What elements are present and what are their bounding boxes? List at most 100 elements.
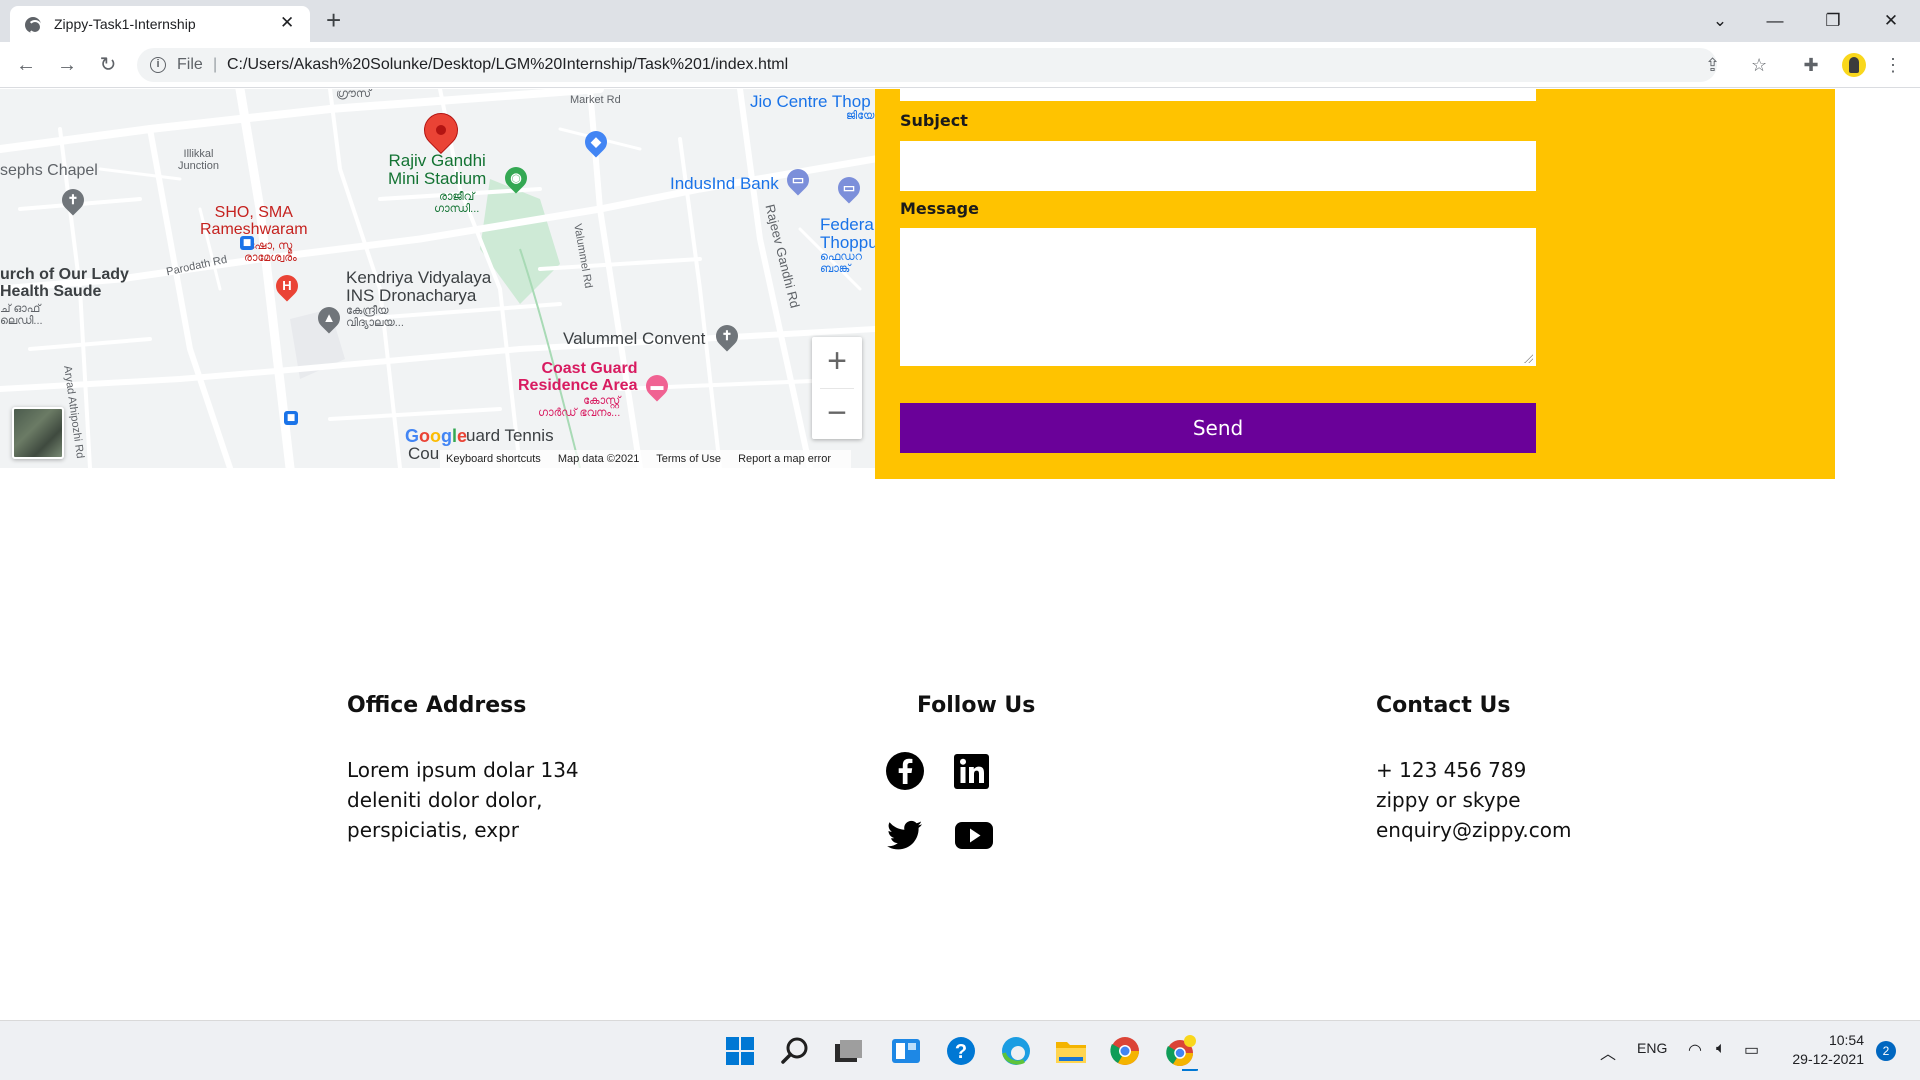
school-poi-icon[interactable]: ▲ — [313, 302, 345, 334]
skype-contact: zippy or skype — [1376, 788, 1521, 812]
map-label-top-ml: ഗ്രൗസ് — [336, 89, 371, 100]
message-textarea[interactable] — [900, 228, 1536, 366]
resize-handle-icon[interactable] — [1523, 353, 1533, 363]
terms-of-use-link[interactable]: Terms of Use — [656, 453, 721, 465]
map-label-convent: Valummel Convent — [563, 329, 706, 348]
browser-toolbar: ← → ↻ i File | C:/Users/Akash%20Solunke/… — [0, 42, 1920, 88]
map-label-federal: Federa Thoppu — [820, 215, 875, 252]
language-indicator[interactable]: ENG — [1637, 1040, 1667, 1056]
clock[interactable]: 10:54 29-12-2021 — [1790, 1031, 1864, 1069]
map-label-jio-centre: Jio Centre Thop — [750, 92, 871, 111]
globe-icon — [25, 17, 42, 34]
facebook-icon[interactable] — [885, 751, 925, 791]
avatar[interactable] — [1842, 53, 1866, 77]
message-label: Message — [900, 199, 979, 218]
email-address: enquiry@zippy.com — [1376, 818, 1572, 842]
tab-title: Zippy-Task1-Internship — [54, 16, 196, 32]
help-icon[interactable]: ? — [941, 1031, 981, 1071]
zoom-in-button[interactable]: + — [812, 337, 862, 387]
subject-label: Subject — [900, 111, 968, 130]
map-label-indusind: IndusInd Bank — [670, 174, 779, 193]
menu-icon[interactable]: ⋮ — [1880, 52, 1906, 78]
chrome-icon[interactable] — [1105, 1031, 1145, 1071]
bus-stop-icon[interactable]: ■ — [284, 411, 298, 425]
browser-tab[interactable]: Zippy-Task1-Internship ✕ — [10, 6, 310, 42]
map-label-coast-guard: Coast Guard Residence Area — [518, 360, 638, 394]
office-address-section: Office Address Lorem ipsum dolar 134 del… — [347, 693, 579, 845]
new-tab-icon[interactable]: + — [326, 6, 341, 34]
close-window-icon[interactable]: ✕ — [1868, 6, 1914, 36]
info-icon[interactable]: i — [150, 57, 166, 73]
page-viewport: Market Rd ഗ്രൗസ് Jio Centre Thop ജിയോ Il… — [0, 89, 1920, 1020]
minimize-icon[interactable]: — — [1752, 6, 1798, 36]
contact-details: + 123 456 789 zippy or skype enquiry@zip… — [1376, 755, 1571, 845]
lodging-poi-icon[interactable]: ▬ — [641, 370, 673, 402]
time-label: 10:54 — [1828, 1032, 1864, 1048]
map-label-coast-guard-ml: കോസ്റ്റ് ഗാർഡ് ഭവനം... — [538, 395, 621, 419]
tab-strip: Zippy-Task1-Internship ✕ + ⌄ — ❐ ✕ — [0, 0, 1920, 42]
map-label-sho: SHO, SMA Rameshwaram — [200, 204, 308, 238]
start-icon[interactable] — [720, 1031, 760, 1071]
volume-icon[interactable]: 🔈︎ — [1716, 1040, 1726, 1058]
forward-icon[interactable]: → — [53, 51, 81, 79]
youtube-icon[interactable] — [954, 815, 994, 855]
keyboard-shortcuts-link[interactable]: Keyboard shortcuts — [446, 453, 541, 465]
map-label-tennis: uard Tennis — [466, 426, 554, 445]
address-line: Lorem ipsum dolar 134 — [347, 758, 579, 782]
map-label-kendriya-ml: കേന്ദ്രീയ വിദ്യാലയ... — [346, 305, 404, 329]
stadium-poi-icon[interactable]: ◉ — [500, 162, 532, 194]
chevron-up-icon[interactable]: ︿ — [1600, 1040, 1616, 1064]
extensions-icon[interactable]: ✚ — [1798, 52, 1824, 78]
task-view-icon[interactable] — [828, 1031, 868, 1071]
url-text[interactable]: C:/Users/Akash%20Solunke/Desktop/LGM%20I… — [227, 56, 788, 74]
date-label: 29-12-2021 — [1792, 1051, 1864, 1067]
bank-poi-icon[interactable]: ▭ — [833, 172, 865, 204]
restore-icon[interactable]: ❐ — [1810, 6, 1856, 36]
battery-icon[interactable]: ▭ — [1744, 1040, 1759, 1060]
share-icon[interactable]: ⇪ — [1705, 53, 1720, 77]
church-poi-icon[interactable]: ✝ — [57, 184, 89, 216]
file-explorer-icon[interactable] — [1051, 1031, 1091, 1071]
map-label-kendriya: Kendriya Vidyalaya INS Dronacharya — [346, 268, 492, 305]
address-bar[interactable]: i File | C:/Users/Akash%20Solunke/Deskto… — [137, 48, 1767, 82]
twitter-icon[interactable] — [885, 815, 925, 855]
map-footer: Keyboard shortcuts Map data ©2021 Terms … — [440, 450, 851, 468]
email-field[interactable] — [900, 89, 1536, 101]
church-poi-icon[interactable]: ✝ — [711, 320, 743, 352]
widgets-icon[interactable] — [886, 1031, 926, 1071]
subject-input[interactable] — [900, 141, 1536, 191]
shopping-poi-icon[interactable]: ◆ — [580, 126, 612, 158]
map-label-cou: Cou — [408, 444, 440, 463]
reload-icon[interactable]: ↻ — [94, 51, 122, 79]
map-label-federal-ml: ഫെഡറ ബാങ്ക് — [820, 251, 862, 275]
map-label-illikkal: Illikkal Junction — [178, 148, 219, 172]
phone-number: + 123 456 789 — [1376, 758, 1527, 782]
send-button[interactable]: Send — [900, 403, 1536, 453]
bus-stop-icon[interactable]: ■ — [240, 236, 254, 250]
tab-search-icon[interactable]: ⌄ — [1697, 6, 1743, 36]
map-embed[interactable]: Market Rd ഗ്രൗസ് Jio Centre Thop ജിയോ Il… — [0, 89, 875, 468]
map-label-market-rd: Market Rd — [570, 94, 621, 106]
close-tab-icon[interactable]: ✕ — [280, 13, 294, 33]
edge-icon[interactable] — [996, 1031, 1036, 1071]
taskbar: ? ︿ ENG ◠ 🔈︎ ▭ 10:54 29-12-2021 2 — [0, 1020, 1920, 1080]
wifi-icon[interactable]: ◠ — [1688, 1040, 1702, 1060]
follow-us-section: Follow Us — [917, 693, 1035, 718]
satellite-toggle[interactable] — [12, 407, 64, 459]
notification-badge[interactable]: 2 — [1876, 1041, 1896, 1061]
bank-poi-icon[interactable]: ▭ — [782, 164, 814, 196]
search-icon[interactable] — [775, 1031, 815, 1071]
zoom-out-button[interactable]: − — [812, 389, 862, 439]
linkedin-icon[interactable] — [952, 752, 992, 792]
svg-text:?: ? — [955, 1041, 967, 1063]
map-label-jio-ml: ജിയോ — [846, 110, 875, 122]
contact-us-heading: Contact Us — [1376, 693, 1511, 718]
bookmark-star-icon[interactable]: ☆ — [1751, 53, 1767, 77]
contact-us-section: Contact Us + 123 456 789 zippy or skype … — [1376, 693, 1571, 845]
zoom-controls: + − — [812, 337, 862, 439]
office-address-heading: Office Address — [347, 693, 527, 718]
hospital-poi-icon[interactable]: H — [271, 270, 303, 302]
back-icon[interactable]: ← — [12, 51, 40, 79]
chrome-profile-icon[interactable] — [1160, 1031, 1200, 1071]
report-map-error-link[interactable]: Report a map error — [738, 453, 831, 465]
